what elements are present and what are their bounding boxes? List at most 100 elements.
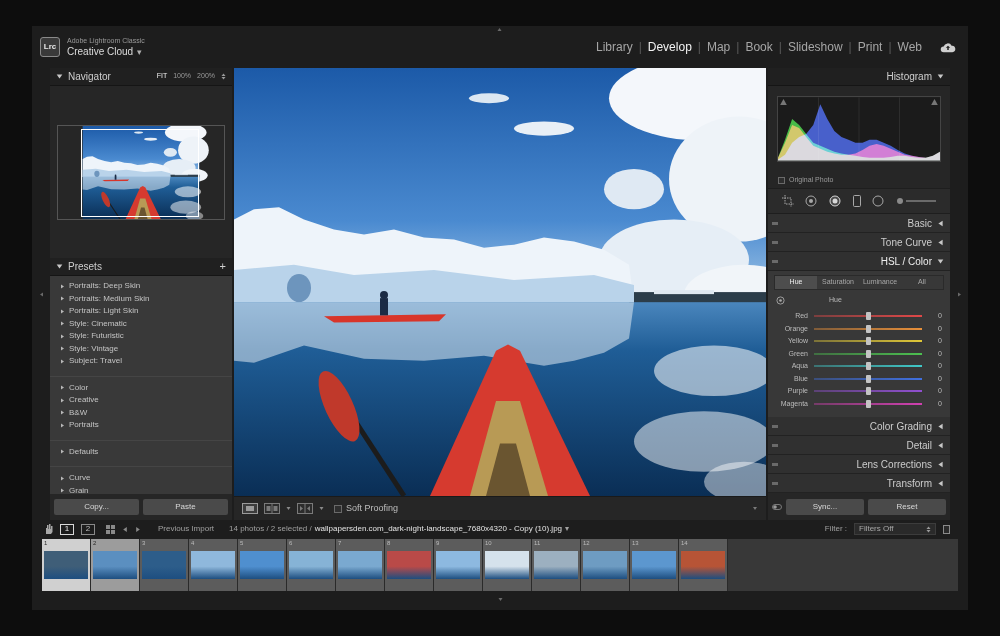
filmstrip-cell[interactable]: 10 [483, 539, 532, 591]
filmstrip-cell[interactable]: 4 [189, 539, 238, 591]
disclosure-icon[interactable] [937, 239, 944, 246]
grid-view-icon[interactable] [106, 525, 115, 534]
source-label[interactable]: Previous Import [158, 523, 214, 535]
module-tab[interactable]: Print [858, 38, 883, 56]
photo-view[interactable] [234, 68, 766, 496]
presets-header[interactable]: Presets+ [50, 258, 232, 276]
preset-group[interactable]: Style: Futuristic [50, 330, 232, 343]
slider-track[interactable] [814, 378, 922, 380]
panel-header[interactable]: Tone Curve [768, 233, 950, 252]
screen-button[interactable]: 1 [60, 524, 74, 535]
filmstrip-cell[interactable]: 12 [581, 539, 630, 591]
slider-track[interactable] [814, 328, 922, 330]
slider-thumb[interactable] [866, 325, 871, 333]
soft-proofing-label[interactable]: Soft Proofing [346, 502, 398, 516]
spot-removal-icon[interactable] [805, 195, 817, 207]
view-rectangle[interactable] [81, 129, 199, 217]
brush-slider-icon[interactable] [896, 197, 936, 205]
panel-grip-icon[interactable] [772, 482, 778, 485]
highlight-clipping-icon[interactable] [931, 99, 938, 105]
copy-button[interactable]: Copy... [54, 499, 139, 515]
disclosure-icon[interactable] [60, 359, 65, 364]
auto-sync-switch-icon[interactable] [772, 504, 782, 510]
bottom-panel-toggle[interactable] [32, 592, 968, 606]
module-tab[interactable]: Slideshow [788, 38, 843, 56]
slider-value[interactable]: 0 [922, 361, 944, 372]
product-name[interactable]: Creative Cloud [67, 47, 133, 57]
preset-group[interactable]: Portraits: Light Skin [50, 305, 232, 318]
panel-header[interactable]: Basic [768, 214, 950, 233]
thumbnail-image[interactable] [240, 551, 284, 579]
thumbnail-image[interactable] [681, 551, 725, 579]
crop-icon[interactable] [782, 195, 794, 207]
filter-dropdown[interactable]: Filters Off [854, 523, 936, 535]
file-name[interactable]: wallpapersden.com_dark-night-landscape_7… [315, 523, 562, 535]
slider-value[interactable]: 0 [922, 374, 944, 385]
thumbnail-image[interactable] [289, 551, 333, 579]
zoom-menu-icon[interactable] [221, 73, 226, 80]
filmstrip-cell[interactable]: 9 [434, 539, 483, 591]
filmstrip-cell[interactable]: 14 [679, 539, 728, 591]
disclosure-icon[interactable] [56, 73, 63, 80]
filmstrip-cell[interactable]: 2 [91, 539, 140, 591]
thumbnail-image[interactable] [93, 551, 137, 579]
disclosure-icon[interactable] [60, 309, 65, 314]
zoom-option[interactable]: 100% [173, 71, 191, 82]
disclosure-icon[interactable] [56, 263, 63, 270]
panel-header[interactable]: Detail [768, 436, 950, 455]
module-tab[interactable]: Map [707, 38, 730, 56]
product-menu[interactable]: ▾ [137, 48, 142, 57]
view-menu-icon[interactable] [286, 506, 291, 511]
dropdown-icon[interactable] [926, 526, 931, 533]
filmstrip-cell[interactable]: 7 [336, 539, 385, 591]
left-panel-toggle[interactable] [32, 68, 50, 520]
next-icon[interactable] [135, 526, 141, 533]
disclosure-icon[interactable] [60, 476, 65, 481]
thumbnail-image[interactable] [191, 551, 235, 579]
filmstrip-cell[interactable]: 6 [287, 539, 336, 591]
target-adjustment-icon[interactable] [776, 296, 785, 305]
filter-lock-icon[interactable] [943, 525, 950, 534]
shadow-clipping-icon[interactable] [780, 99, 787, 105]
panel-grip-icon[interactable] [772, 463, 778, 466]
disclosure-icon[interactable] [60, 296, 65, 301]
disclosure-icon[interactable] [60, 385, 65, 390]
thumbnail-image[interactable] [387, 551, 431, 579]
soft-proofing-checkbox[interactable] [334, 505, 342, 513]
slider-thumb[interactable] [866, 312, 871, 320]
disclosure-icon[interactable] [60, 398, 65, 403]
collapse-left-icon[interactable] [39, 291, 44, 298]
filmstrip-cell[interactable]: 8 [385, 539, 434, 591]
screen-button[interactable]: 2 [81, 524, 95, 535]
slider-thumb[interactable] [866, 350, 871, 358]
red-eye-icon[interactable] [829, 195, 841, 207]
disclosure-icon[interactable] [937, 461, 944, 468]
thumbnail-image[interactable] [632, 551, 676, 579]
preset-group[interactable]: Style: Vintage [50, 343, 232, 356]
before-after-icon[interactable] [264, 503, 280, 514]
preset-group[interactable]: Defaults [50, 446, 232, 459]
filmstrip-cell[interactable]: 5 [238, 539, 287, 591]
module-tab[interactable]: Book [745, 38, 772, 56]
disclosure-icon[interactable] [60, 488, 65, 493]
thumbnail-image[interactable] [534, 551, 578, 579]
slider-track[interactable] [814, 315, 922, 317]
cloud-icon[interactable] [940, 42, 956, 53]
thumbnail-image[interactable] [583, 551, 627, 579]
before-after-swap-icon[interactable] [297, 503, 313, 514]
filmstrip-cell[interactable]: 3 [140, 539, 189, 591]
filter-value[interactable]: Filters Off [859, 525, 926, 533]
disclosure-icon[interactable] [937, 423, 944, 430]
disclosure-icon[interactable] [60, 410, 65, 415]
panel-header[interactable]: HSL / Color [768, 252, 950, 271]
disclosure-icon[interactable] [60, 284, 65, 289]
disclosure-icon[interactable] [60, 423, 65, 428]
navigator-preview[interactable] [57, 125, 225, 220]
sync-button[interactable]: Sync... [786, 499, 864, 515]
slider-value[interactable]: 0 [922, 336, 944, 347]
identity-plate[interactable]: Creative Cloud ▾ [67, 47, 145, 57]
swap-menu-icon[interactable] [319, 506, 324, 511]
filmstrip-cell[interactable]: 11 [532, 539, 581, 591]
preset-group[interactable]: Portraits: Medium Skin [50, 293, 232, 306]
preset-group[interactable]: Portraits [50, 419, 232, 432]
